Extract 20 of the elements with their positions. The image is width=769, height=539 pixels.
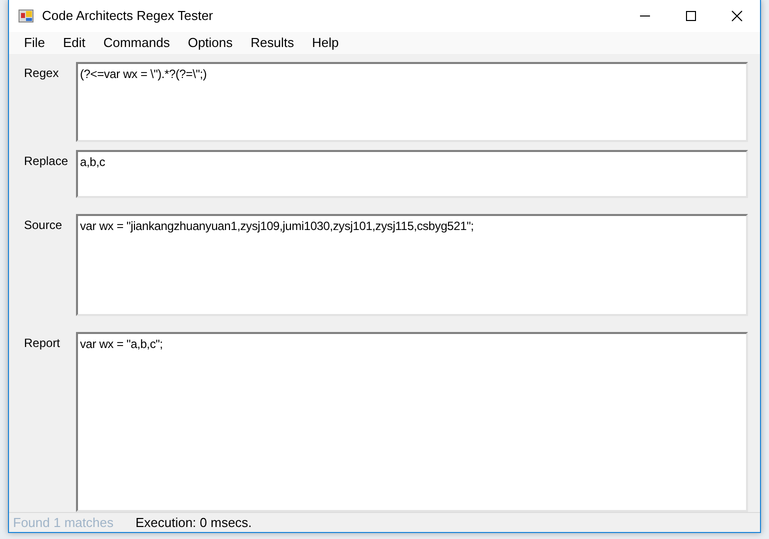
field-label: Source [23,216,64,234]
field-label: Replace [23,152,70,170]
text-field[interactable]: var wx = "a,b,c"; [76,332,748,512]
menu-item[interactable]: Commands [94,33,179,52]
menu-item[interactable]: Help [303,33,348,52]
app-icon [18,8,34,24]
text-field[interactable]: a,b,c [76,150,748,198]
window-title: Code Architects Regex Tester [42,7,214,26]
close-icon [731,10,743,22]
menu-item[interactable]: File [15,33,54,52]
field-label: Report [23,334,62,352]
status-text: Found 1 matches [13,514,114,532]
menu-item[interactable]: Edit [54,33,94,52]
maximize-icon [685,10,697,22]
field-label: Regex [23,64,60,82]
menu-item[interactable]: Options [178,33,242,52]
status-text: Execution: 0 msecs. [135,514,252,532]
menu-item[interactable]: Results [242,33,303,52]
text-field[interactable]: (?<=var wx = \").*?(?=\";) [76,62,748,142]
text-field[interactable]: var wx = "jiankangzhuanyuan1,zysj109,jumi1030,zysj101,zysj115,csbyg521"; [76,214,748,316]
